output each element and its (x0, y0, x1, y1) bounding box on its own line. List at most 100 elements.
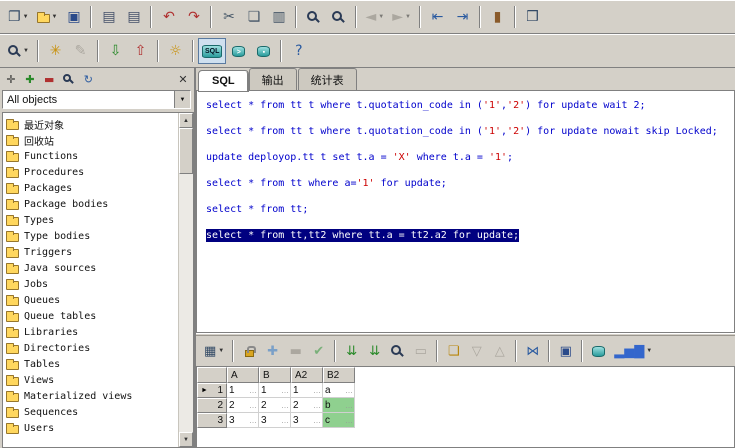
copy-button[interactable]: ❏ (241, 4, 266, 30)
forward-button[interactable]: ► ▼ (388, 4, 415, 30)
tree-item[interactable]: Jobs (6, 276, 178, 292)
edit-object-button[interactable]: ✎ (68, 38, 93, 64)
scroll-up-button[interactable]: ▲ (179, 113, 193, 128)
chart-button[interactable]: ▂▅▇ ▼ (610, 339, 656, 363)
grid-cell[interactable]: c… (323, 413, 355, 428)
grid-cell[interactable]: 1… (291, 383, 323, 398)
sort-asc-button[interactable]: △ (488, 339, 511, 363)
cell-ellipsis-icon[interactable]: … (345, 416, 353, 425)
chevron-down-icon[interactable]: ▼ (174, 91, 190, 108)
tree-item[interactable]: Packages (6, 180, 178, 196)
grid-cell[interactable]: 1… (227, 383, 259, 398)
tree-item[interactable]: Triggers (6, 244, 178, 260)
print-button[interactable]: ▤ (96, 4, 121, 30)
sessions-button[interactable]: ☼ (163, 38, 188, 64)
cell-ellipsis-icon[interactable]: … (281, 401, 289, 410)
command-window-button[interactable]: > (226, 38, 251, 64)
object-filter-select[interactable]: All objects ▼ (2, 90, 191, 109)
results-grid[interactable]: A B A2 B2 ► 1 1… 1… 1… a… 2 2… 2… 2… b… 3 3… 3… 3… c… (196, 366, 735, 448)
find-object-button[interactable] (59, 70, 78, 88)
tree-item[interactable]: Sequences (6, 404, 178, 420)
grid-column-header[interactable]: B2 (323, 367, 355, 383)
cell-ellipsis-icon[interactable]: … (249, 386, 257, 395)
save-results-button[interactable]: ▣ (554, 339, 577, 363)
tree-item[interactable]: Procedures (6, 164, 178, 180)
tree-item[interactable]: Users (6, 420, 178, 436)
commit-button[interactable]: ⇩ (103, 38, 128, 64)
tree-scrollbar[interactable]: ▲ ▼ (178, 113, 193, 447)
cell-ellipsis-icon[interactable]: … (313, 386, 321, 395)
scroll-thumb[interactable] (179, 128, 193, 174)
sql-window-button[interactable]: SQL (197, 38, 227, 64)
sql-editor[interactable]: select * from tt t where t.quotation_cod… (196, 90, 735, 333)
tree-item[interactable]: Java sources (6, 260, 178, 276)
grid-cell[interactable]: b… (323, 398, 355, 413)
refresh-button[interactable]: ↻ (79, 70, 97, 88)
insert-record-button[interactable]: ✚ (261, 339, 284, 363)
paste-button[interactable]: ▥ (266, 4, 291, 30)
exit-button[interactable]: ▮ (485, 4, 510, 30)
tree-item[interactable]: Type bodies (6, 228, 178, 244)
tab-stats[interactable]: 统计表 (297, 68, 357, 90)
scroll-track[interactable] (179, 128, 193, 432)
unindent-button[interactable]: ⇤ (425, 4, 450, 30)
grid-cell[interactable]: 2… (227, 398, 259, 413)
tab-output[interactable]: 输出 (248, 68, 297, 90)
print-options-button[interactable]: ▤ (121, 4, 146, 30)
open-file-button[interactable]: ▼ (33, 4, 62, 30)
grid-cell[interactable]: 1… (259, 383, 291, 398)
clear-button[interactable]: ▭ (409, 339, 432, 363)
cut-button[interactable]: ✂ (216, 4, 241, 30)
tree-item[interactable]: 最近对象 (6, 116, 178, 132)
tree-item[interactable]: Queue tables (6, 308, 178, 324)
grid-cell[interactable]: 3… (227, 413, 259, 428)
tree-item[interactable]: Tables (6, 356, 178, 372)
cell-ellipsis-icon[interactable]: … (281, 416, 289, 425)
cell-ellipsis-icon[interactable]: … (345, 386, 353, 395)
tree-item[interactable]: 回收站 (6, 132, 178, 148)
cell-ellipsis-icon[interactable]: … (281, 386, 289, 395)
tree-item[interactable]: Package bodies (6, 196, 178, 212)
lock-button[interactable] (238, 339, 261, 363)
undo-button[interactable]: ↶ (156, 4, 181, 30)
remove-button[interactable]: ▬ (40, 70, 58, 88)
row-header[interactable]: 2 (197, 398, 227, 413)
find-data-button[interactable] (386, 339, 409, 363)
tree-item[interactable]: Materialized views (6, 388, 178, 404)
pin-button[interactable]: ✛ (2, 70, 20, 88)
post-edit-button[interactable]: ✔ (307, 339, 330, 363)
new-file-button[interactable]: ❐ ▼ (4, 4, 33, 30)
report-window-button[interactable]: ▪ (251, 38, 276, 64)
single-record-view-button[interactable]: ⋈ (521, 339, 544, 363)
sort-desc-button[interactable]: ▽ (465, 339, 488, 363)
grid-cell[interactable]: 2… (291, 398, 323, 413)
cell-ellipsis-icon[interactable]: … (345, 401, 353, 410)
cell-ellipsis-icon[interactable]: … (249, 416, 257, 425)
cell-ellipsis-icon[interactable]: … (313, 416, 321, 425)
save-button[interactable]: ▣ (61, 4, 86, 30)
grid-cell[interactable]: 3… (259, 413, 291, 428)
browser-filter-button[interactable]: ▼ (4, 38, 33, 64)
window-list-button[interactable]: ❒ (520, 4, 545, 30)
row-header[interactable]: 3 (197, 413, 227, 428)
grid-column-header[interactable]: A2 (291, 367, 323, 383)
close-panel-button[interactable]: ✕ (174, 70, 192, 88)
find-button[interactable] (301, 4, 326, 30)
tab-sql[interactable]: SQL (198, 70, 249, 92)
grid-column-header[interactable]: A (227, 367, 259, 383)
export-db-button[interactable] (587, 339, 610, 363)
preferences-button[interactable]: ✳ (43, 38, 68, 64)
grid-mode-button[interactable]: ▦ ▼ (200, 339, 228, 363)
add-button[interactable]: ✚ (21, 70, 39, 88)
export-results-button[interactable]: ❏ (442, 339, 465, 363)
back-button[interactable]: ◄ ▼ (361, 4, 388, 30)
row-header[interactable]: ► 1 (197, 383, 227, 398)
grid-cell[interactable]: 3… (291, 413, 323, 428)
grid-column-header[interactable]: B (259, 367, 291, 383)
tree-item[interactable]: Functions (6, 148, 178, 164)
grid-cell[interactable]: 2… (259, 398, 291, 413)
rollback-button[interactable]: ⇧ (128, 38, 153, 64)
help-button[interactable]: ? (286, 38, 311, 64)
tree-item[interactable]: Types (6, 212, 178, 228)
tree-item[interactable]: Libraries (6, 324, 178, 340)
